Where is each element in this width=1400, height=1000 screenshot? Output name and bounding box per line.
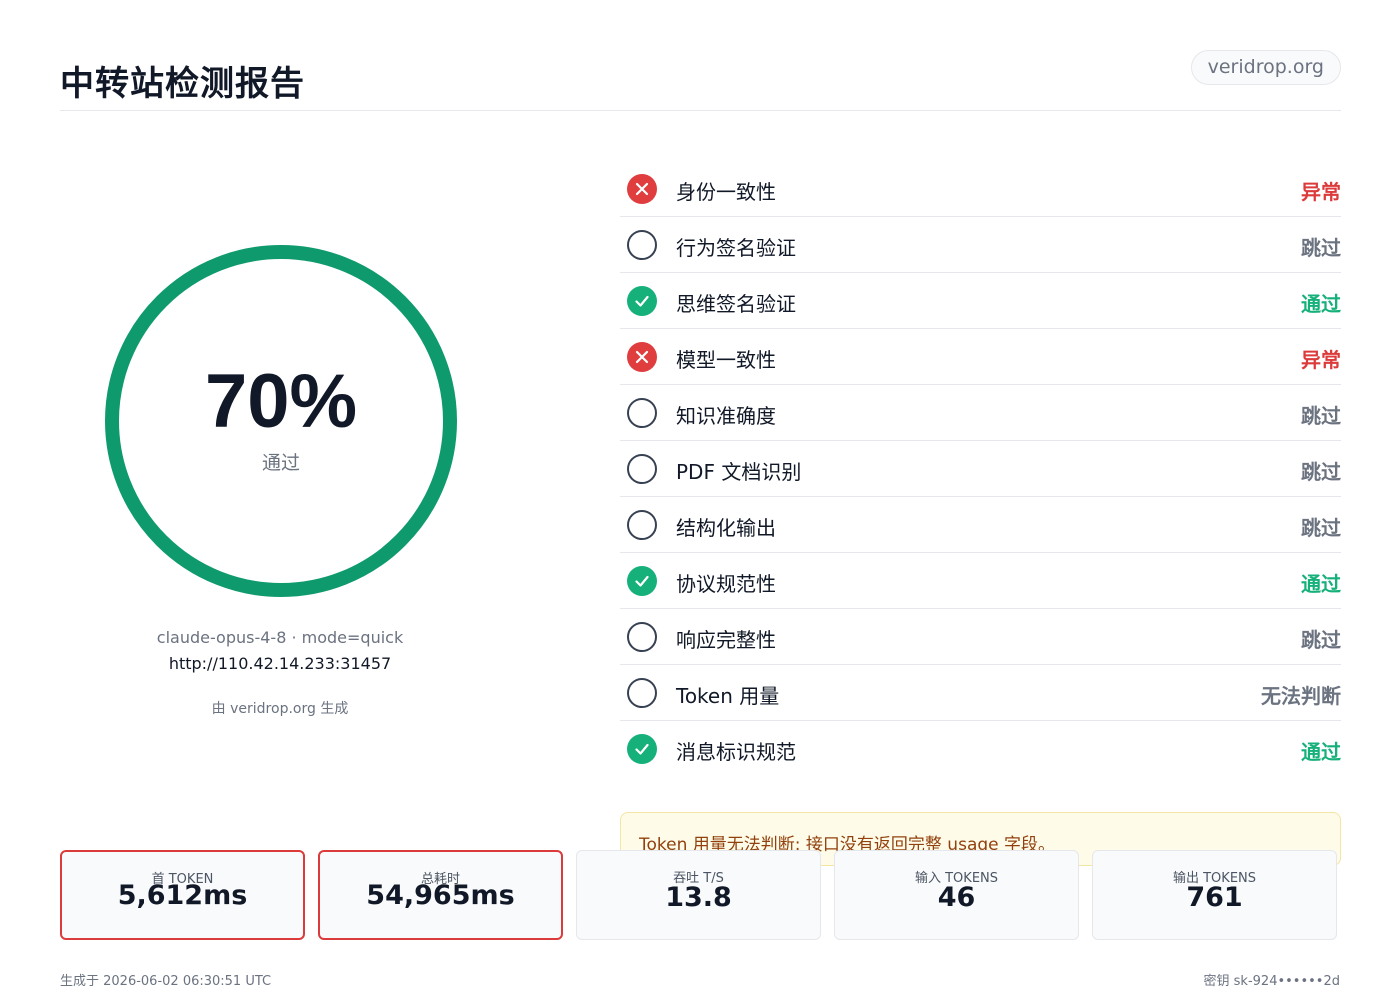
check-row: 行为签名验证 跳过 [620, 217, 1341, 273]
check-circle-icon [627, 566, 657, 596]
stats-row: 首 TOKEN 5,612ms 总耗时 54,965ms 吞吐 T/S 13.8 输入 TO… [60, 850, 1340, 942]
check-result: 通过 [1301, 292, 1341, 316]
stat-card: 首 TOKEN 5,612ms [60, 850, 305, 940]
check-name: 思维签名验证 [676, 292, 796, 316]
empty-circle-icon [627, 398, 657, 428]
check-row: 结构化输出 跳过 [620, 497, 1341, 553]
check-result: 无法判断 [1261, 684, 1341, 708]
model-mode-line: claude-opus-4-8 · mode=quick [156, 628, 404, 647]
stat-card: 输出 TOKENS 761 [1092, 850, 1337, 940]
check-name: 协议规范性 [676, 572, 776, 596]
check-row: PDF 文档识别 跳过 [620, 441, 1341, 497]
check-name: 模型一致性 [676, 348, 776, 372]
check-row: 思维签名验证 通过 [620, 273, 1341, 329]
check-result: 跳过 [1301, 236, 1341, 260]
empty-circle-icon [627, 230, 657, 260]
check-result: 跳过 [1301, 460, 1341, 484]
api-key-masked: 密钥 sk-924••••••2d [1203, 974, 1340, 989]
empty-circle-icon [627, 678, 657, 708]
generated-timestamp: 生成于 2026-06-02 06:30:51 UTC [60, 974, 272, 989]
check-name: Token 用量 [676, 684, 780, 708]
stat-value: 46 [937, 882, 976, 913]
empty-circle-icon [627, 510, 657, 540]
stat-card: 总耗时 54,965ms [318, 850, 563, 940]
score-ring-text: 70% 通过 [104, 244, 458, 598]
stat-value: 54,965ms [366, 880, 515, 911]
check-name: 结构化输出 [676, 516, 776, 540]
stat-card: 吞吐 T/S 13.8 [576, 850, 821, 940]
check-name: PDF 文档识别 [676, 460, 802, 484]
stat-value: 761 [1186, 882, 1243, 913]
endpoint-url: http://110.42.14.233:31457 [168, 654, 392, 673]
score-panel: 70% 通过 claude-opus-4-8 · mode=quick http… [60, 150, 500, 750]
domain-badge[interactable]: veridrop.org [1190, 50, 1341, 85]
check-name: 消息标识规范 [676, 740, 796, 764]
check-result: 通过 [1301, 740, 1341, 764]
check-result: 跳过 [1301, 628, 1341, 652]
check-circle-icon [627, 734, 657, 764]
page-title: 中转站检测报告 [60, 64, 305, 104]
check-list: 身份一致性 异常 行为签名验证 跳过 思维签名验证 通过 模型一致性 异常 知识准确度 跳过 PDF… [620, 161, 1341, 777]
check-row: 身份一致性 异常 [620, 161, 1341, 217]
check-result: 跳过 [1301, 404, 1341, 428]
check-name: 知识准确度 [676, 404, 776, 428]
check-row: 知识准确度 跳过 [620, 385, 1341, 441]
empty-circle-icon [627, 454, 657, 484]
check-name: 行为签名验证 [676, 236, 796, 260]
generated-by-note: 由 veridrop.org 生成 [211, 701, 349, 717]
check-result: 异常 [1301, 348, 1341, 372]
score-percent: 70% [204, 359, 358, 444]
check-name: 响应完整性 [676, 628, 776, 652]
check-result: 跳过 [1301, 516, 1341, 540]
check-row: 消息标识规范 通过 [620, 721, 1341, 777]
x-circle-icon [627, 342, 657, 372]
check-row: 协议规范性 通过 [620, 553, 1341, 609]
score-status-label: 通过 [261, 452, 300, 474]
report-header: 中转站检测报告 veridrop.org [60, 48, 1341, 111]
stat-value: 13.8 [665, 882, 732, 913]
check-circle-icon [627, 286, 657, 316]
stat-card: 输入 TOKENS 46 [834, 850, 1079, 940]
check-row: 模型一致性 异常 [620, 329, 1341, 385]
check-result: 通过 [1301, 572, 1341, 596]
x-circle-icon [627, 174, 657, 204]
check-row: Token 用量 无法判断 [620, 665, 1341, 721]
empty-circle-icon [627, 622, 657, 652]
check-name: 身份一致性 [676, 180, 776, 204]
check-result: 异常 [1301, 180, 1341, 204]
stat-value: 5,612ms [117, 880, 248, 911]
check-row: 响应完整性 跳过 [620, 609, 1341, 665]
